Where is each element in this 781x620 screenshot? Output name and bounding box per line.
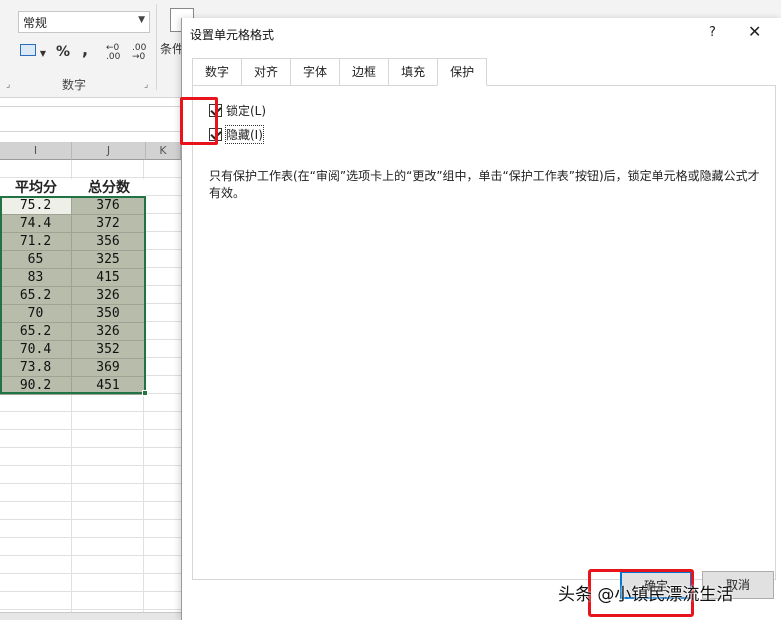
header-cell-total[interactable]: 总分数 (72, 179, 146, 197)
tab-protection[interactable]: 保护 (437, 58, 488, 86)
locked-label[interactable]: 锁定(L) (226, 102, 266, 119)
header-cell-average[interactable]: 平均分 (0, 179, 72, 197)
column-header-j[interactable]: J (72, 142, 146, 160)
protection-panel: 锁定(L) 隐藏(I) 只有保护工作表(在“审阅”选项卡上的“更改”组中，单击“… (192, 85, 776, 580)
chevron-down-icon: ▼ (138, 15, 145, 25)
watermark: 头条 @小镇民漂流生活 (558, 585, 734, 605)
decrease-decimal-button[interactable]: .00 →0 (132, 44, 154, 62)
hidden-label[interactable]: 隐藏(I) (225, 125, 264, 144)
currency-icon (20, 44, 36, 56)
tab-fill[interactable]: 填充 (388, 58, 439, 86)
formula-bar[interactable] (0, 106, 181, 132)
screen: 常规 ▼ ▼ % , ←0 .00 .00 →0 数字 ⌟ ⌟ 条件 I J K… (0, 0, 781, 620)
percent-style-button[interactable]: % (56, 44, 70, 60)
accounting-format-button[interactable]: ▼ (20, 44, 46, 59)
dialog-tabs: 数字 对齐 字体 边框 填充 保护 (192, 58, 488, 86)
sheet-tabs-bar[interactable] (0, 612, 181, 620)
tab-font[interactable]: 字体 (290, 58, 341, 86)
column-header-k[interactable]: K (146, 142, 181, 160)
number-format-dropdown[interactable]: 常规 ▼ (18, 11, 150, 33)
checkbox-highlight-box (180, 97, 218, 145)
close-icon[interactable]: ✕ (748, 22, 761, 41)
tab-border[interactable]: 边框 (339, 58, 390, 86)
number-group-label: 数字 (62, 78, 87, 92)
fill-handle[interactable] (142, 390, 148, 396)
comma-style-button[interactable]: , (82, 40, 88, 59)
dialog-title: 设置单元格格式 (190, 28, 275, 42)
column-header-i[interactable]: I (0, 142, 72, 160)
launcher-icon[interactable]: ⌟ (6, 80, 10, 90)
tab-alignment[interactable]: 对齐 (241, 58, 292, 86)
number-format-launcher-icon[interactable]: ⌟ (144, 80, 148, 90)
protection-hint: 只有保护工作表(在“审阅”选项卡上的“更改”组中，单击“保护工作表”按钮)后，锁… (209, 169, 760, 200)
increase-decimal-button[interactable]: ←0 .00 (106, 44, 128, 62)
help-button[interactable]: ? (709, 25, 716, 40)
tab-number[interactable]: 数字 (192, 58, 243, 86)
format-cells-dialog: 设置单元格格式 ? ✕ 数字 对齐 字体 边框 填充 保护 锁定(L) 隐藏(I… (181, 18, 781, 620)
selection-range (0, 196, 146, 394)
number-format-value: 常规 (23, 16, 48, 30)
ribbon-separator (156, 4, 157, 90)
